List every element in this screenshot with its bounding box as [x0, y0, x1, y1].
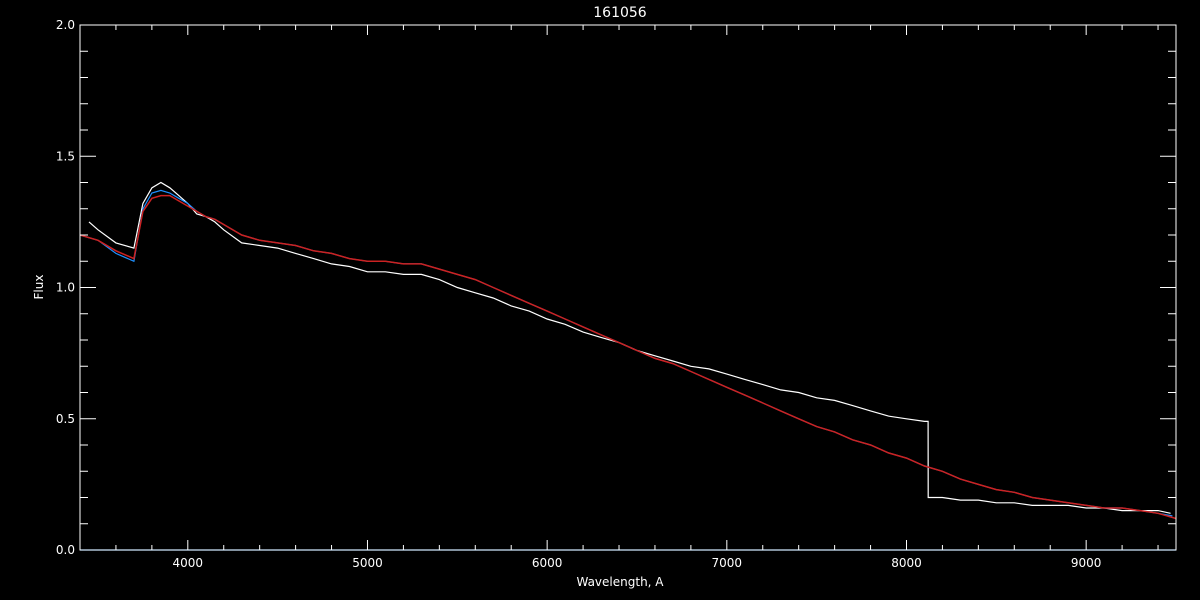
- x-tick-label: 5000: [352, 556, 383, 570]
- chart-title: 161056: [593, 5, 647, 21]
- chart-background: [0, 0, 1200, 600]
- y-tick-label: 2.0: [56, 18, 75, 32]
- chart-frame: 161056 Wavelength, A Flux 4000 5000 6000 70…: [0, 0, 1200, 600]
- x-tick-label: 8000: [891, 556, 922, 570]
- y-tick-label: 1.0: [56, 281, 75, 295]
- x-tick-label: 9000: [1071, 556, 1102, 570]
- x-tick-label: 4000: [173, 556, 204, 570]
- y-axis-label: Flux: [32, 275, 46, 300]
- y-tick-label: 1.5: [56, 149, 75, 163]
- x-tick-label: 6000: [532, 556, 563, 570]
- x-tick-label: 7000: [712, 556, 743, 570]
- x-axis-label: Wavelength, A: [576, 575, 664, 589]
- y-tick-label: 0.5: [56, 412, 75, 426]
- spectrum-chart: 161056 Wavelength, A Flux 4000 5000 6000 70…: [0, 0, 1200, 600]
- y-tick-label: 0.0: [56, 543, 75, 557]
